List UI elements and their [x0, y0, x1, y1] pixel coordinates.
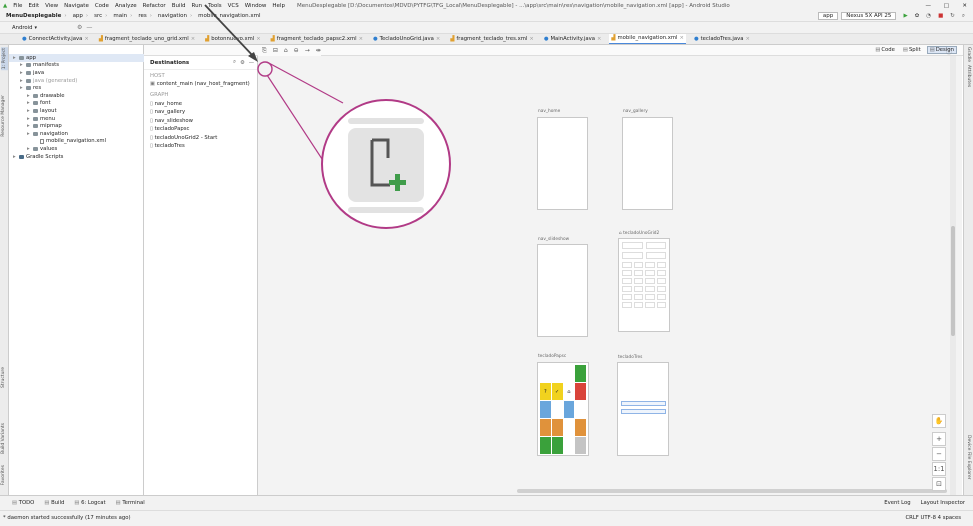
bottom-tab[interactable]: ▤ Build — [44, 500, 64, 506]
bottom-tab-label: Terminal — [122, 500, 145, 506]
bottom-tool-tabs: ▤ TODO ▤ Build ▤ 6: Logcat ▤ Terminal — [0, 496, 973, 510]
callout-line — [266, 61, 344, 104]
file-info[interactable]: CRLF UTF-8 4 spaces — [905, 515, 961, 521]
pointer-arrow-line — [204, 4, 255, 58]
callout-overlay — [204, 4, 451, 229]
bottom-right-tool[interactable]: Layout Inspector — [921, 500, 965, 506]
tool-icon: ▤ — [12, 500, 19, 506]
bottom-tab-label: TODO — [18, 500, 35, 506]
status-bar: ▤ TODO ▤ Build ▤ 6: Logcat ▤ Terminal Event… — [0, 495, 973, 526]
callout-small-circle — [257, 61, 273, 77]
gradle-tool-button[interactable]: Gradle — [966, 47, 971, 62]
bottom-right-tool[interactable]: Event Log — [884, 500, 910, 506]
device-file-explorer-tool-button[interactable]: Device File Explorer — [966, 435, 971, 480]
bottom-tab-label: Build — [51, 500, 65, 506]
bottom-tab[interactable]: ▤ 6: Logcat — [74, 500, 105, 506]
bottom-right-tools: Event Log Layout Inspector — [884, 496, 965, 510]
bottom-tab[interactable]: ▤ Terminal — [116, 500, 145, 506]
attributes-tool-button[interactable]: Attributes — [966, 65, 971, 87]
plus-icon-horizontal — [389, 180, 406, 185]
status-message: * daemon started successfully (17 minute… — [3, 514, 131, 521]
zoom-bar-top — [348, 118, 424, 124]
zoom-bar-bottom — [348, 207, 424, 213]
right-tool-strip: Gradle Attributes Device File Explorer — [963, 45, 973, 495]
bottom-tab-label: 6: Logcat — [81, 500, 106, 506]
bottom-tab[interactable]: ▤ TODO — [12, 500, 34, 506]
